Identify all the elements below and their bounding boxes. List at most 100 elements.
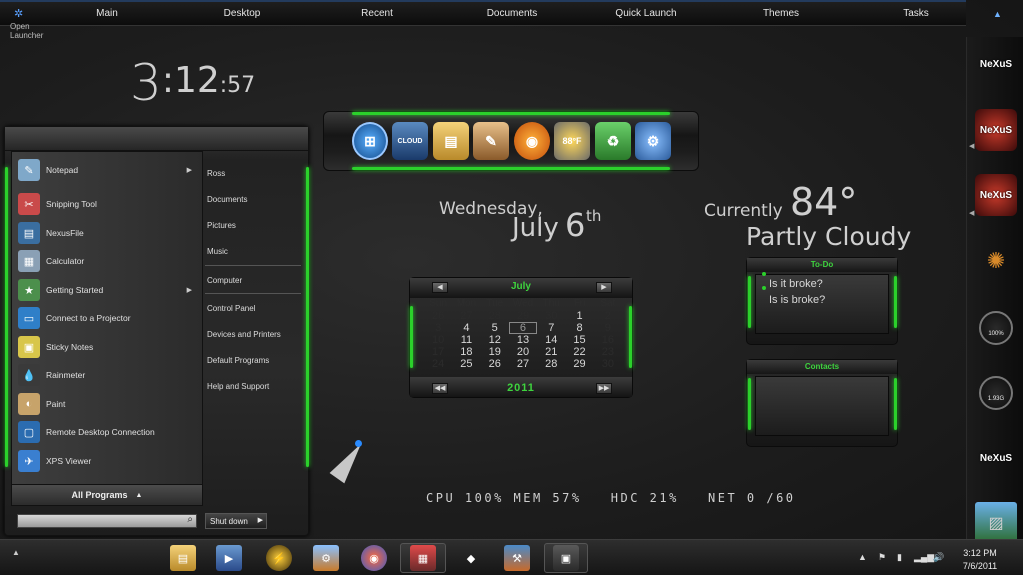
volume-icon[interactable]: 🔊 bbox=[933, 552, 944, 563]
calendar-day[interactable]: 3 bbox=[424, 322, 452, 334]
place-pictures[interactable]: Pictures bbox=[207, 221, 236, 230]
photo-viewer-icon[interactable]: ▨ bbox=[975, 502, 1017, 544]
flag-icon[interactable]: ⚑ bbox=[878, 552, 886, 563]
program-nexusfile[interactable]: ▤ NexusFile bbox=[18, 220, 198, 246]
winamp-icon[interactable]: ⚡ bbox=[266, 545, 292, 571]
recycle-bin-icon[interactable]: ♻ bbox=[595, 122, 631, 160]
calendar-day[interactable]: 8 bbox=[565, 322, 593, 334]
tray-time[interactable]: 3:12 PM bbox=[960, 548, 1000, 558]
calendar-day[interactable]: 10 bbox=[424, 334, 452, 346]
window-switcher-icon[interactable]: ▣ bbox=[553, 545, 579, 571]
calendar-day[interactable]: 12 bbox=[481, 334, 509, 346]
calendar-day[interactable]: 1 bbox=[565, 310, 593, 322]
calendar-day[interactable]: 5 bbox=[481, 322, 509, 334]
chevron-left-icon[interactable]: ◀ bbox=[969, 209, 974, 217]
menu-recent[interactable]: Recent bbox=[361, 8, 393, 19]
program-notepad[interactable]: ✎ Notepad ▶ bbox=[18, 157, 198, 183]
todo-item[interactable]: Is it broke? bbox=[769, 278, 823, 290]
calendar-day[interactable]: 29 bbox=[565, 358, 593, 370]
weather-sun-icon[interactable]: 88°F bbox=[554, 122, 590, 160]
program-xps-viewer[interactable]: ✈ XPS Viewer bbox=[18, 448, 198, 474]
nexus-red-item[interactable]: NeXuS bbox=[975, 174, 1017, 216]
chevron-right-icon[interactable]: ▶ bbox=[258, 516, 263, 524]
calendar-day[interactable]: 28 bbox=[481, 310, 509, 322]
menu-main[interactable]: Main bbox=[96, 8, 118, 19]
nexus-dock-item[interactable]: NeXuS bbox=[975, 437, 1017, 479]
calendar-day[interactable]: 30 bbox=[594, 358, 622, 370]
calendar-day[interactable]: 17 bbox=[424, 346, 452, 358]
place-documents[interactable]: Documents bbox=[207, 195, 247, 204]
windows-orb-icon[interactable]: ⊞ bbox=[352, 122, 388, 160]
calendar-day[interactable]: 26 bbox=[481, 358, 509, 370]
nexus-dock-item[interactable]: NeXuS bbox=[975, 43, 1017, 85]
explorer-folder-icon[interactable]: ▤ bbox=[170, 545, 196, 571]
calendar-today[interactable]: 6 bbox=[508, 322, 538, 334]
all-programs-button[interactable]: All Programs ▲ bbox=[11, 484, 203, 506]
program-calculator[interactable]: ▦ Calculator bbox=[18, 248, 198, 274]
nexus-red-item[interactable]: NeXuS bbox=[975, 109, 1017, 151]
program-projector[interactable]: ▭ Connect to a Projector bbox=[18, 305, 198, 331]
calendar-day[interactable]: 20 bbox=[509, 346, 537, 358]
calendar-day[interactable]: 22 bbox=[565, 346, 593, 358]
program-getting-started[interactable]: ★ Getting Started ▶ bbox=[18, 277, 198, 303]
paint-tools-icon[interactable]: ✎ bbox=[473, 122, 509, 160]
program-rainmeter[interactable]: 💧 Rainmeter bbox=[18, 362, 198, 388]
browsers-group-icon[interactable]: ◉ bbox=[361, 545, 387, 571]
calendar-day[interactable]: 27 bbox=[452, 310, 480, 322]
program-sticky-notes[interactable]: ▣ Sticky Notes bbox=[18, 334, 198, 360]
calendar-day[interactable]: 28 bbox=[537, 358, 565, 370]
calendar-day[interactable]: 9 bbox=[594, 322, 622, 334]
calendar-day[interactable]: 25 bbox=[452, 358, 480, 370]
control-icons-group[interactable]: ⚙ bbox=[313, 545, 339, 571]
calendar-day[interactable]: 13 bbox=[509, 334, 537, 346]
calendar-day[interactable]: 23 bbox=[594, 346, 622, 358]
tray-date[interactable]: 7/6/2011 bbox=[960, 561, 1000, 571]
menu-quick-launch[interactable]: Quick Launch bbox=[615, 8, 676, 19]
calendar-day[interactable]: 27 bbox=[509, 358, 537, 370]
network-signal-icon[interactable]: ▂▄▆ bbox=[914, 552, 934, 563]
calendar-day[interactable]: 4 bbox=[452, 322, 480, 334]
calendar-day[interactable]: 24 bbox=[424, 358, 452, 370]
show-hidden-icons-icon[interactable]: ▲ bbox=[858, 552, 867, 562]
calendar-day[interactable]: 16 bbox=[594, 334, 622, 346]
calendar-day[interactable]: 21 bbox=[537, 346, 565, 358]
chevron-left-icon[interactable]: ◀ bbox=[969, 142, 974, 150]
calendar-day[interactable]: 30 bbox=[537, 310, 565, 322]
chevron-up-icon[interactable]: ▲ bbox=[12, 548, 20, 557]
menu-documents[interactable]: Documents bbox=[487, 8, 538, 19]
settings-gears-icon[interactable]: ⚙ bbox=[635, 122, 671, 160]
calendar-day[interactable]: 2 bbox=[594, 310, 622, 322]
firefox-icon[interactable]: ◉ bbox=[514, 122, 550, 160]
program-snipping-tool[interactable]: ✂ Snipping Tool bbox=[18, 191, 198, 217]
place-ross[interactable]: Ross bbox=[207, 169, 225, 178]
power-icon[interactable]: ▮ bbox=[897, 552, 902, 563]
calendar-day[interactable]: 26 bbox=[424, 310, 452, 322]
place-control-panel[interactable]: Control Panel bbox=[207, 304, 255, 313]
calendar-day[interactable]: 11 bbox=[452, 334, 480, 346]
menu-tasks[interactable]: Tasks bbox=[903, 8, 929, 19]
menu-themes[interactable]: Themes bbox=[763, 8, 799, 19]
tools-group-icon[interactable]: ⚒ bbox=[504, 545, 530, 571]
calendar-day[interactable]: 19 bbox=[481, 346, 509, 358]
calendar-day[interactable]: 29 bbox=[509, 310, 537, 322]
todo-item[interactable]: Is is broke? bbox=[769, 294, 825, 306]
menu-desktop[interactable]: Desktop bbox=[224, 8, 261, 19]
calendar-day[interactable]: 18 bbox=[452, 346, 480, 358]
calendar-day[interactable]: 15 bbox=[565, 334, 593, 346]
explorer-folder-icon[interactable]: ▤ bbox=[433, 122, 469, 160]
place-default-programs[interactable]: Default Programs bbox=[207, 356, 269, 365]
cloud-app-icon[interactable]: CLOUD bbox=[392, 122, 428, 160]
place-help-support[interactable]: Help and Support bbox=[207, 382, 269, 391]
gear-icon[interactable]: ✲ bbox=[14, 7, 28, 21]
open-launcher-label[interactable]: Open Launcher bbox=[10, 22, 52, 40]
program-remote-desktop[interactable]: ▢ Remote Desktop Connection bbox=[18, 419, 198, 445]
place-music[interactable]: Music bbox=[207, 247, 228, 256]
calendar-day[interactable]: 14 bbox=[537, 334, 565, 346]
calendar-day[interactable]: 7 bbox=[537, 322, 565, 334]
place-devices-printers[interactable]: Devices and Printers bbox=[207, 330, 281, 339]
shutdown-button[interactable]: Shut down ▶ bbox=[205, 513, 267, 529]
start-search-input[interactable]: ⌕ bbox=[17, 514, 197, 528]
program-paint[interactable]: ◐ Paint bbox=[18, 391, 198, 417]
pin-icon[interactable]: ▲ bbox=[993, 9, 1002, 19]
media-player-icon[interactable]: ▶ bbox=[216, 545, 242, 571]
